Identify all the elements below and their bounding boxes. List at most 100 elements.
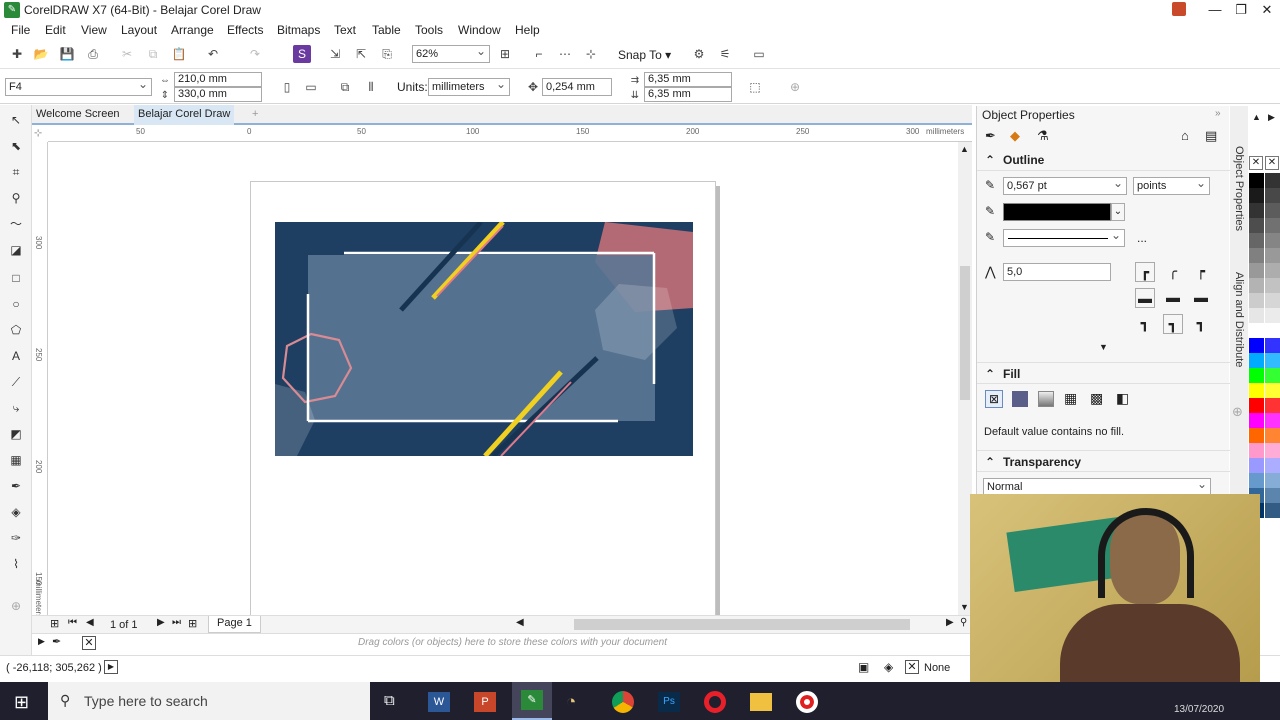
color-swatch[interactable] [1249,353,1264,368]
text-tool-icon[interactable]: A [7,347,25,365]
outline-color-dropdown-icon[interactable]: ⌄ [1111,203,1125,221]
transparency-tab-icon[interactable]: ⚗ [1037,128,1049,144]
color-swatch[interactable] [1265,218,1280,233]
add-tab-icon[interactable]: + [248,105,262,125]
cut-icon[interactable]: ✂ [118,45,136,63]
expand-more-icon[interactable]: ▼ [1099,342,1108,352]
export-icon[interactable]: ⇱ [352,45,370,63]
no-fill-icon[interactable]: ⊠ [985,390,1003,408]
menu-file[interactable]: File [11,23,30,37]
outline-width-select[interactable]: 0,567 pt [1003,175,1127,195]
outline-pen-icon[interactable]: ✑ [7,529,25,547]
docker-tab-object-properties[interactable]: Object Properties [1233,146,1245,231]
color-swatch[interactable] [1249,473,1264,488]
next-page-icon[interactable]: ▶ [157,617,165,628]
menu-bitmaps[interactable]: Bitmaps [277,23,320,37]
zoom-level-select[interactable]: 62% [412,43,490,63]
color-swatch[interactable] [1265,443,1280,458]
scroll-down-icon[interactable]: ▼ [960,602,969,612]
outline-section-header[interactable]: ⌃ Outline [977,149,1230,171]
document-palette[interactable]: ▶ ✒ ✕ Drag colors (or objects) here to s… [32,633,972,651]
outline-unit-select[interactable]: points [1133,175,1210,195]
ellipse-tool-icon[interactable]: ○ [7,295,25,313]
transparency-tool-icon[interactable]: ▦ [7,451,25,469]
color-swatch[interactable] [1249,248,1264,263]
docker-tab-align-distribute[interactable]: Align and Distribute [1233,272,1245,367]
texture-fill-icon[interactable]: ◧ [1116,390,1129,407]
drawing-canvas[interactable] [48,142,958,616]
menu-window[interactable]: Window [458,23,501,37]
cap-butt-icon[interactable]: ▬ [1135,288,1155,308]
interactive-fill-icon[interactable]: ◈ [7,503,25,521]
undo-icon[interactable]: ↶ [204,45,222,63]
color-swatch[interactable] [1249,278,1264,293]
color-palette[interactable] [1248,155,1280,518]
opera-app-icon[interactable] [704,691,726,713]
summary-tab-icon[interactable]: ▤ [1205,128,1217,144]
windows-start-icon[interactable]: ⊞ [14,692,29,713]
first-page-icon[interactable]: ⏮ [68,617,77,628]
show-guidelines-icon[interactable]: ⊹ [582,45,600,63]
collapse-icon[interactable]: ⌃ [985,149,995,171]
tab-belajar-corel-draw[interactable]: Belajar Corel Draw [134,105,235,125]
color-swatch[interactable] [1265,353,1280,368]
prev-page-icon[interactable]: ◀ [86,617,94,628]
menu-text[interactable]: Text [334,23,356,37]
position-center-icon[interactable]: ┓ [1163,314,1183,334]
bitmap-pattern-icon[interactable]: ▩ [1090,390,1103,407]
user-icon[interactable] [1172,2,1186,16]
add-page-icon[interactable]: ⊞ [50,617,59,630]
menu-help[interactable]: Help [515,23,540,37]
color-swatch[interactable] [1265,308,1280,323]
color-swatch[interactable] [1265,473,1280,488]
file-explorer-icon[interactable] [750,693,772,711]
welcome-screen-icon[interactable]: ▭ [750,45,768,63]
current-page-icon[interactable]: ⫴ [362,78,380,96]
color-swatch[interactable] [1265,323,1280,338]
outline-color-swatch[interactable] [1003,203,1111,221]
add-page-end-icon[interactable]: ⊞ [188,617,197,630]
collapse-icon[interactable]: ⌃ [985,363,995,385]
color-proof-icon[interactable]: ▣ [858,660,869,674]
add-tool-icon[interactable]: ⊕ [7,597,25,615]
outline-tab-icon[interactable]: ✒ [985,128,996,144]
powerpoint-app-icon[interactable]: P [474,692,496,712]
color-swatch[interactable] [1265,368,1280,383]
color-swatch[interactable] [1265,488,1280,503]
snap-to-button[interactable]: Snap To ▾ [618,48,671,62]
application-launcher-icon[interactable]: ⚟ [716,45,734,63]
last-page-icon[interactable]: ⏭ [172,617,181,628]
landscape-icon[interactable]: ▭ [302,78,320,96]
vertical-ruler[interactable]: 300 250 200 150 millimeters [32,142,48,618]
navigator-icon[interactable]: ⚲ [960,617,967,628]
units-select[interactable]: millimeters [428,76,510,96]
select-all-icon[interactable]: ⬚ [746,78,764,96]
color-swatch[interactable] [1249,218,1264,233]
import-icon[interactable]: ⇲ [326,45,344,63]
menu-edit[interactable]: Edit [45,23,66,37]
menu-arrange[interactable]: Arrange [171,23,214,37]
color-swatch[interactable] [1265,278,1280,293]
fountain-fill-icon[interactable] [1038,391,1054,407]
color-swatch[interactable] [1265,263,1280,278]
photoshop-app-icon[interactable]: Ps [658,692,680,712]
palette-eyedropper-icon[interactable]: ✒ [52,635,61,648]
show-grid-icon[interactable]: ⋯ [556,45,574,63]
publish-pdf-icon[interactable]: ⎘ [378,45,396,63]
uniform-fill-icon[interactable] [1012,391,1028,407]
parallel-dimension-icon[interactable]: ⟋ [7,373,25,391]
fill-status-icon[interactable]: ◈ [884,660,893,674]
color-swatch[interactable] [1249,413,1264,428]
color-swatch[interactable] [1265,413,1280,428]
new-document-icon[interactable]: ✚ [8,45,26,63]
full-screen-icon[interactable]: ⊞ [496,45,514,63]
smart-fill-icon[interactable]: ◪ [7,241,25,259]
all-pages-icon[interactable]: ⧉ [336,78,354,96]
paste-icon[interactable]: 📋 [170,45,188,63]
zoom-tool-icon[interactable]: ⚲ [7,189,25,207]
cap-square-icon[interactable]: ▬ [1191,288,1211,308]
taskbar-search[interactable]: ⚲ Type here to search [48,682,370,720]
coreldraw-app-icon[interactable]: ✎ [512,682,552,720]
word-app-icon[interactable]: W [428,692,450,712]
save-icon[interactable]: 💾 [58,45,76,63]
